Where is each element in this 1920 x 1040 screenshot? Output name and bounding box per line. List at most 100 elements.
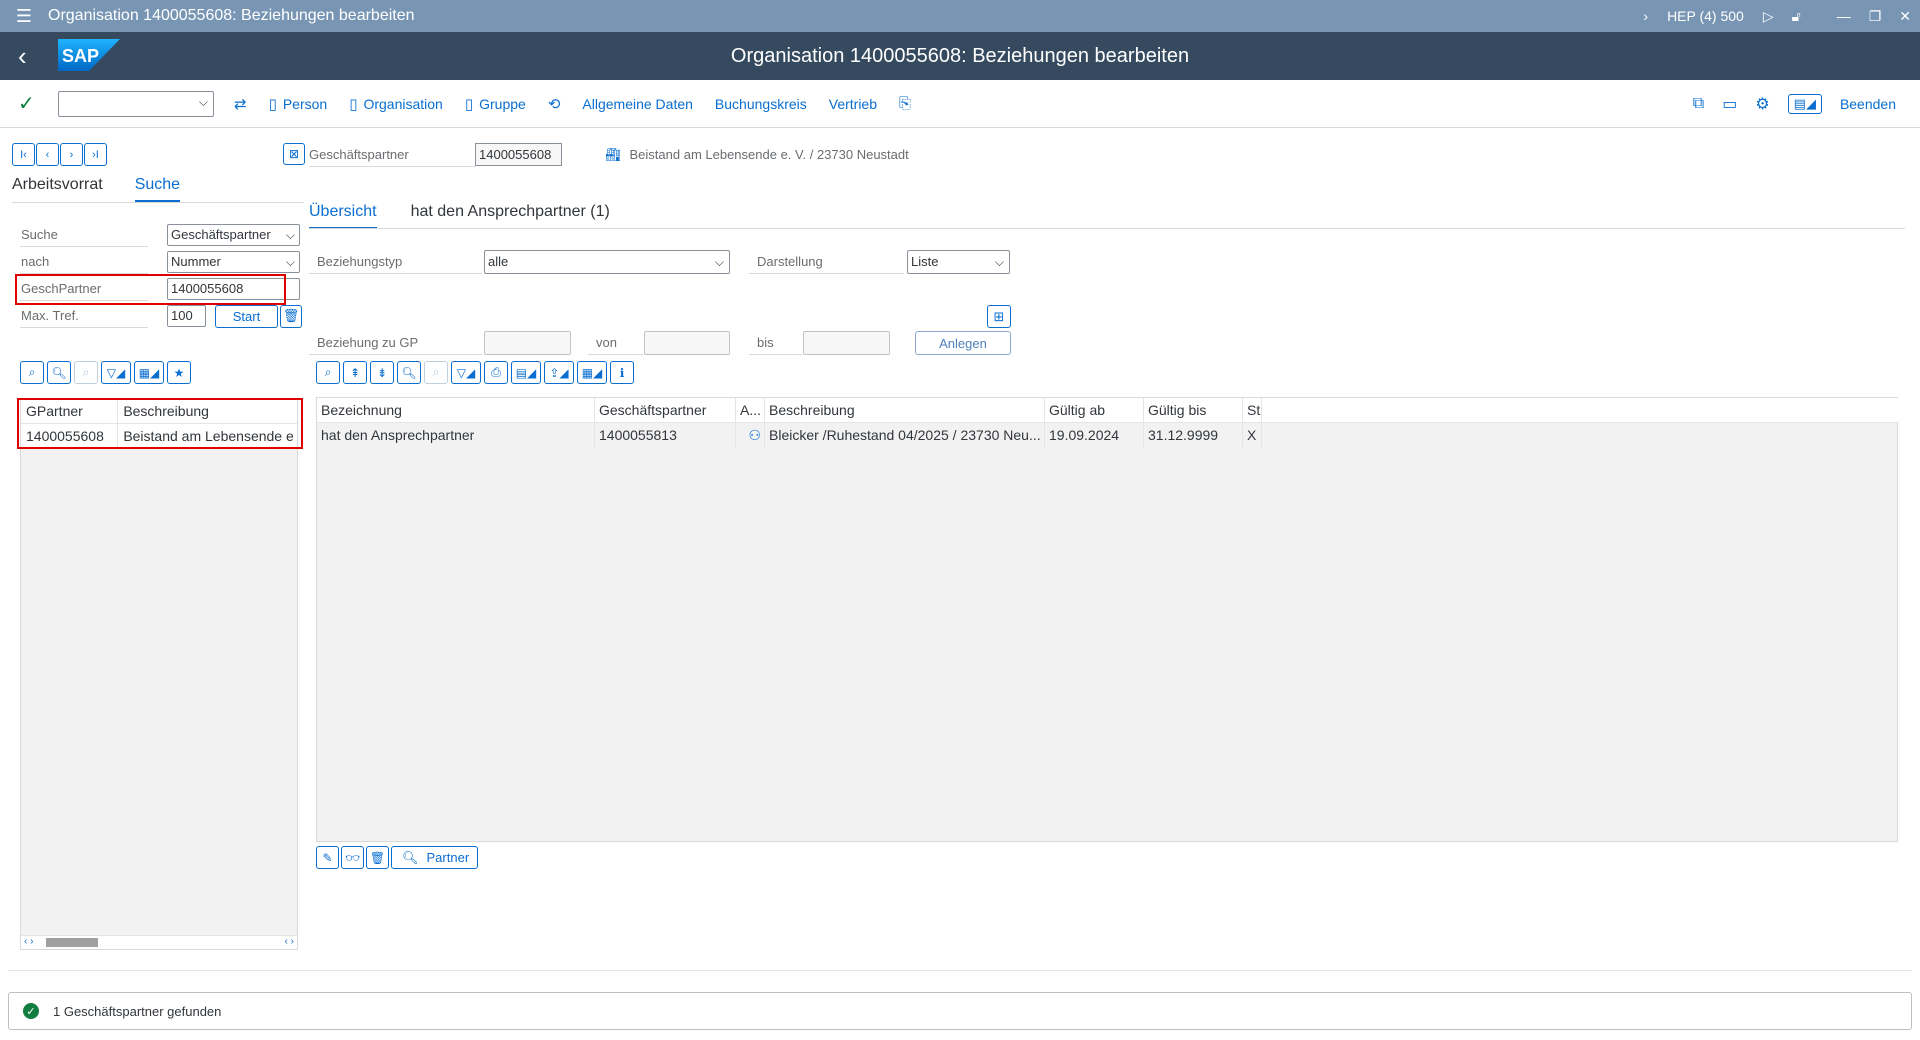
right-grid-toolbar: ⌕ ⇞ ⇟ 🔍︎ ⌕ ▽◢ ⎙ ▤◢ ⇪◢ ▦◢ ℹ	[316, 361, 634, 384]
tab-arbeitsvorrat[interactable]: Arbeitsvorrat	[12, 176, 103, 202]
insert-icon[interactable]: ⊞	[987, 305, 1011, 328]
settings-icon[interactable]: ⚙	[1755, 94, 1769, 114]
tab-suche[interactable]: Suche	[134, 176, 181, 202]
scroll-thumb[interactable]	[46, 938, 98, 947]
first-record-icon[interactable]: I‹	[12, 143, 35, 166]
search-row: Suche Geschäftspartner ⌵	[20, 223, 300, 247]
checkmark-icon[interactable]: ✓	[18, 91, 50, 116]
search-icon[interactable]: 🔍︎	[47, 361, 71, 384]
search-select[interactable]: Geschäftspartner ⌵	[167, 224, 300, 246]
toolbar-right: ⧉ ▭ ⚙ ▤◢ Beenden	[1693, 80, 1896, 128]
column-header-valid-to[interactable]: Gültig bis	[1144, 398, 1243, 423]
general-data-button[interactable]: Allgemeine Daten	[582, 96, 693, 112]
filter-icon[interactable]: ▽◢	[101, 361, 131, 384]
cell-bezeichnung[interactable]: hat den Ansprechpartner	[317, 423, 595, 448]
column-header-partner[interactable]: Geschäftspartner	[595, 398, 736, 423]
column-header-type[interactable]: A...	[736, 398, 765, 423]
sort-descending-icon[interactable]: ⇟	[370, 361, 394, 384]
layout-grid-icon[interactable]: ▦◢	[577, 361, 607, 384]
trash-icon[interactable]: 🗑︎	[280, 304, 302, 328]
play-icon[interactable]: ▷	[1754, 0, 1783, 32]
hamburger-menu-icon[interactable]: ☰	[0, 0, 48, 32]
sort-ascending-icon[interactable]: ⇞	[343, 361, 367, 384]
tab-contact-person[interactable]: hat den Ansprechpartner (1)	[411, 203, 610, 229]
new-window-icon[interactable]: ⧉	[1693, 95, 1704, 113]
sales-button[interactable]: Vertrieb	[829, 96, 877, 112]
column-header-beschreibung[interactable]: Beschreibung	[765, 398, 1045, 423]
back-icon[interactable]: ‹	[18, 32, 27, 80]
search-icon[interactable]: 🔍︎	[397, 361, 421, 384]
record-navigation: I‹ ‹ › ›I	[12, 143, 107, 166]
scroll-left-icon[interactable]: ‹ ›	[24, 936, 33, 947]
other-partner-button[interactable]: ⇄	[234, 95, 247, 113]
page-title: Organisation 1400055608: Beziehungen bea…	[730, 45, 1190, 67]
organisation-button[interactable]: ▯ Organisation	[349, 95, 443, 113]
from-label: von	[588, 331, 643, 355]
last-record-icon[interactable]: ›I	[84, 143, 107, 166]
company-code-button[interactable]: Buchungskreis	[715, 96, 807, 112]
max-input[interactable]: 100	[167, 305, 206, 327]
display-select[interactable]: Liste ⌵	[907, 250, 1010, 274]
reltype-select[interactable]: alle ⌵	[484, 250, 730, 274]
tab-overview[interactable]: Übersicht	[309, 203, 377, 229]
cell-valid-to[interactable]: 31.12.9999	[1144, 423, 1243, 448]
chevron-down-icon: ⌵	[285, 228, 295, 242]
by-label: nach	[20, 250, 148, 274]
trash-icon[interactable]: 🗑︎	[366, 846, 389, 869]
cell-status[interactable]: X	[1243, 423, 1262, 448]
cell-beschreibung[interactable]: Bleicker /Ruhestand 04/2025 / 23730 Neu.…	[765, 423, 1045, 448]
horizontal-scrollbar[interactable]: ‹ › ‹ ›	[21, 935, 297, 949]
by-select[interactable]: Nummer ⌵	[167, 251, 300, 273]
view-icon[interactable]: ▤◢	[511, 361, 541, 384]
start-button[interactable]: Start	[215, 304, 278, 328]
next-record-icon[interactable]: ›	[60, 143, 83, 166]
close-icon[interactable]: ✕	[1890, 0, 1920, 32]
rel-to-label: Beziehung zu GP	[309, 331, 482, 355]
column-header-valid-from[interactable]: Gültig ab	[1045, 398, 1144, 423]
create-button[interactable]: Anlegen	[915, 331, 1011, 355]
info-icon[interactable]: ℹ	[610, 361, 634, 384]
divider	[8, 970, 1912, 971]
restore-icon[interactable]: ❐	[1860, 0, 1891, 32]
chevron-right-icon[interactable]: ›	[1634, 0, 1657, 32]
previous-record-icon[interactable]: ‹	[36, 143, 59, 166]
application-toolbar: ✓ ⌵ ⇄ ▯ Person ▯ Organisation ▯ Gruppe ⟲ Al…	[0, 80, 1920, 128]
partner-button[interactable]: 🔍︎ Partner	[391, 846, 479, 869]
max-label: Max. Tref.	[20, 304, 148, 328]
grid-header: Bezeichnung Geschäftspartner A... Beschr…	[317, 398, 1899, 423]
screen-icon[interactable]: ▭	[1722, 94, 1737, 114]
relationship-icon[interactable]: ⎘	[899, 95, 911, 112]
minimize-icon[interactable]: —	[1828, 0, 1860, 32]
details-icon[interactable]: ⌕	[316, 361, 340, 384]
print-icon[interactable]: ⎙	[484, 361, 508, 384]
cell-valid-from[interactable]: 19.09.2024	[1045, 423, 1144, 448]
chevron-down-icon: ⌵	[714, 255, 724, 269]
column-header-status[interactable]: St	[1243, 398, 1262, 423]
edit-icon[interactable]: ✎	[316, 846, 339, 869]
favorite-icon[interactable]: ★	[167, 361, 191, 384]
person-icon[interactable]: ⚇	[736, 423, 765, 448]
layout-grid-icon[interactable]: ▦◢	[134, 361, 164, 384]
partner-label: Geschäftspartner	[309, 143, 475, 167]
lock-icon[interactable]: 🔓︎	[1783, 0, 1810, 32]
search-label: Suche	[20, 223, 148, 247]
rotate-icon[interactable]: ⟲	[548, 95, 561, 113]
filter-icon[interactable]: ▽◢	[451, 361, 481, 384]
details-icon[interactable]: ⌕	[20, 361, 44, 384]
command-field[interactable]: ⌵	[58, 90, 214, 117]
organization-icon: 🏭︎	[605, 147, 622, 162]
partner-description: 🏭︎ Beistand am Lebensende e. V. / 23730 …	[605, 143, 909, 167]
scroll-right-icon[interactable]: ‹ ›	[285, 936, 294, 947]
display-icon[interactable]: 👓︎	[341, 846, 364, 869]
layout-icon[interactable]: ▤◢	[1787, 94, 1822, 114]
column-header-bezeichnung[interactable]: Bezeichnung	[317, 398, 595, 423]
exit-button[interactable]: Beenden	[1840, 96, 1896, 112]
person-button[interactable]: ▯ Person	[269, 95, 328, 113]
cell-partner[interactable]: 1400055813	[595, 423, 736, 448]
table-row[interactable]: hat den Ansprechpartner 1400055813 ⚇ Ble…	[317, 423, 1262, 448]
status-message: 1 Geschäftspartner gefunden	[53, 1003, 222, 1019]
gruppe-button[interactable]: ▯ Gruppe	[465, 95, 526, 113]
export-icon[interactable]: ⇪◢	[544, 361, 574, 384]
close-partner-icon[interactable]: ⊠	[283, 143, 305, 165]
